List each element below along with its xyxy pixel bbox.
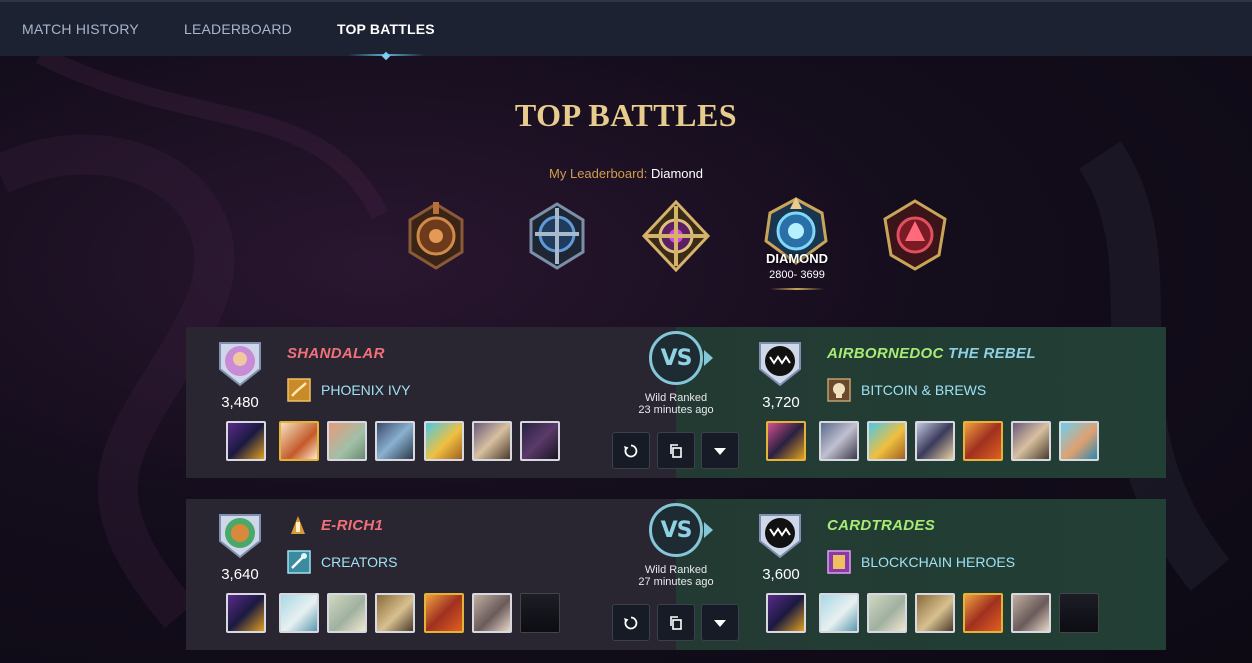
player1-rating: 3,480 [221, 394, 259, 411]
card-thumbnail[interactable] [766, 593, 806, 633]
battle-row: 3,640 E-RICH1 CREATORS VS Wild Ranked 27… [186, 499, 1166, 650]
player2-name[interactable]: AIRBORNEDOC THE REBEL [827, 345, 1036, 362]
vs-arrow-icon [704, 522, 713, 538]
player1-name[interactable]: SHANDALAR [287, 345, 385, 362]
selected-league-range: 2800- 3699 [769, 269, 825, 281]
lion-avatar-icon[interactable] [216, 511, 264, 559]
player2-name[interactable]: CARDTRADES [827, 517, 935, 534]
chevron-down-icon [714, 619, 726, 627]
battle-mode: Wild Ranked 23 minutes ago [616, 392, 736, 416]
card-thumbnail[interactable] [327, 593, 367, 633]
monster-mouth-avatar-icon[interactable] [756, 339, 804, 387]
card-empty-slot [1059, 593, 1099, 633]
chevron-down-icon [714, 447, 726, 455]
bitcoin-brews-guild-icon [827, 378, 851, 402]
card-thumbnail[interactable] [279, 421, 319, 461]
replay-icon [624, 616, 638, 629]
my-leaderboard: My Leaderboard: Diamond [0, 166, 1252, 181]
card-thumbnail[interactable] [867, 421, 907, 461]
card-thumbnail[interactable] [327, 421, 367, 461]
card-thumbnail[interactable] [915, 421, 955, 461]
vs-label: VS [660, 517, 693, 543]
card-thumbnail[interactable] [226, 421, 266, 461]
player2-title: THE REBEL [948, 345, 1036, 362]
player2-name-text: AIRBORNEDOC [827, 345, 944, 362]
copy-button[interactable] [657, 432, 695, 469]
monster-mouth-avatar-icon[interactable] [756, 511, 804, 559]
page-title: TOP BATTLES [514, 97, 738, 133]
card-thumbnail[interactable] [963, 421, 1003, 461]
player1-rating: 3,640 [221, 566, 259, 583]
expand-button[interactable] [701, 604, 739, 641]
player2-guild[interactable]: BITCOIN & BREWS [861, 382, 986, 398]
card-thumbnail[interactable] [915, 593, 955, 633]
battle-row: 3,480 SHANDALAR PHOENIX IVY VS Wild Rank… [186, 327, 1166, 478]
selected-league-underline [770, 288, 824, 290]
card-thumbnail[interactable] [1011, 421, 1051, 461]
player2-rating: 3,720 [762, 394, 800, 411]
copy-icon [670, 615, 682, 630]
copy-button[interactable] [657, 604, 695, 641]
vs-arrow-icon [704, 350, 713, 366]
battle-time: 27 minutes ago [638, 576, 714, 588]
vs-icon: VS [649, 331, 703, 385]
card-thumbnail[interactable] [424, 421, 464, 461]
card-thumbnail[interactable] [1059, 421, 1099, 461]
card-thumbnail[interactable] [472, 421, 512, 461]
player1-guild[interactable]: CREATORS [321, 554, 398, 570]
tab-match-history[interactable]: MATCH HISTORY [22, 1, 139, 57]
tab-top-battles[interactable]: TOP BATTLES [336, 1, 435, 61]
replay-button[interactable] [612, 432, 650, 469]
card-thumbnail[interactable] [1011, 593, 1051, 633]
player1-name[interactable]: E-RICH1 [321, 517, 383, 534]
card-thumbnail[interactable] [375, 421, 415, 461]
card-thumbnail[interactable] [279, 593, 319, 633]
creators-guild-icon [287, 550, 311, 574]
tab-leaderboard[interactable]: LEADERBOARD [184, 1, 292, 57]
card-thumbnail[interactable] [963, 593, 1003, 633]
battle-format: Wild Ranked [644, 564, 708, 576]
player1-guild[interactable]: PHOENIX IVY [321, 382, 410, 398]
wizard-avatar-icon[interactable] [216, 339, 264, 387]
card-thumbnail[interactable] [819, 421, 859, 461]
battle-time: 23 minutes ago [638, 404, 714, 416]
card-thumbnail[interactable] [226, 593, 266, 633]
card-thumbnail[interactable] [375, 593, 415, 633]
blockchain-heroes-guild-icon [827, 550, 851, 574]
selected-league-name: DIAMOND [765, 251, 829, 266]
gold-league-icon[interactable] [640, 200, 712, 272]
my-leaderboard-value: Diamond [650, 166, 703, 181]
card-thumbnail[interactable] [424, 593, 464, 633]
champion-league-icon[interactable] [879, 199, 951, 271]
top-nav: MATCH HISTORY LEADERBOARD TOP BATTLES [0, 0, 1252, 61]
replay-button[interactable] [612, 604, 650, 641]
card-thumbnail[interactable] [766, 421, 806, 461]
expand-button[interactable] [701, 432, 739, 469]
card-thumbnail[interactable] [472, 593, 512, 633]
replay-icon [624, 444, 638, 457]
bronze-league-icon[interactable] [400, 200, 472, 272]
my-leaderboard-label: My Leaderboard: [549, 166, 648, 181]
card-empty-slot [520, 593, 560, 633]
card-thumbnail[interactable] [520, 421, 560, 461]
copy-icon [670, 443, 682, 458]
phoenix-ivy-guild-icon [287, 378, 311, 402]
rank-icon [291, 516, 305, 534]
silver-league-icon[interactable] [521, 200, 593, 272]
card-thumbnail[interactable] [867, 593, 907, 633]
battle-format: Wild Ranked [644, 392, 708, 404]
tab-top-battles-label: TOP BATTLES [336, 21, 435, 37]
battle-mode: Wild Ranked 27 minutes ago [616, 564, 736, 588]
player2-rating: 3,600 [762, 566, 800, 583]
player2-guild[interactable]: BLOCKCHAIN HEROES [861, 554, 1015, 570]
vs-icon: VS [649, 503, 703, 557]
card-thumbnail[interactable] [819, 593, 859, 633]
vs-label: VS [660, 345, 693, 371]
